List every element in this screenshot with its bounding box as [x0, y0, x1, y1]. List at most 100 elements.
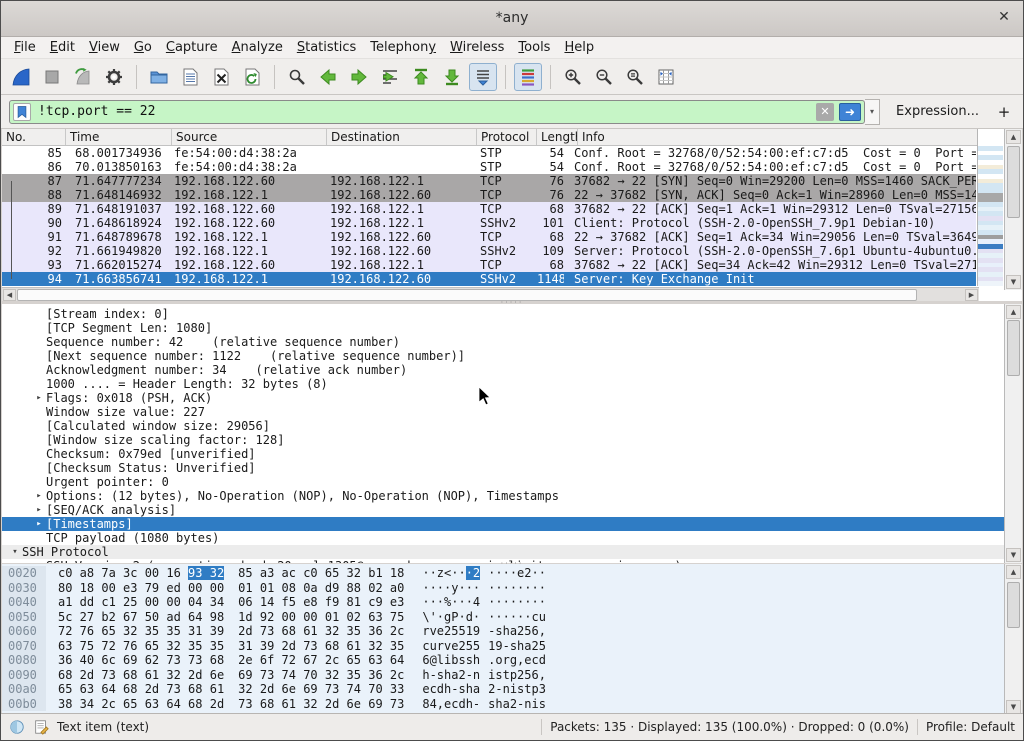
- intelligent-scrollbar[interactable]: [977, 146, 1003, 286]
- column-header-no[interactable]: No.: [2, 129, 66, 145]
- packet-row[interactable]: 8670.013850163fe:54:00:d4:38:2aSTP54Conf…: [2, 160, 976, 174]
- menu-analyze[interactable]: Analyze: [225, 38, 290, 57]
- detail-row[interactable]: Checksum: 0x79ed [unverified]: [2, 447, 1006, 461]
- details-vscrollbar[interactable]: ▲ ▼: [1004, 304, 1022, 563]
- detail-row[interactable]: [Checksum Status: Unverified]: [2, 461, 1006, 475]
- chevron-right-icon[interactable]: ▸: [32, 489, 46, 503]
- detail-row[interactable]: [Stream index: 0]: [2, 307, 1006, 321]
- detail-row[interactable]: Sequence number: 42 (relative sequence n…: [2, 335, 1006, 349]
- scrollbar-thumb[interactable]: [1007, 146, 1020, 218]
- packet-row[interactable]: 8871.648146932192.168.122.1192.168.122.6…: [2, 188, 976, 202]
- go-to-packet-button[interactable]: [376, 63, 404, 91]
- filter-clear-button[interactable]: ✕: [816, 103, 834, 121]
- scroll-up-icon[interactable]: ▲: [1006, 305, 1021, 319]
- detail-row[interactable]: [Next sequence number: 1122 (relative se…: [2, 349, 1006, 363]
- display-filter-field[interactable]: ✕ ➜: [9, 100, 865, 124]
- open-file-button[interactable]: [145, 63, 173, 91]
- menu-tools[interactable]: Tools: [511, 38, 557, 57]
- packet-row[interactable]: 9471.663856741192.168.122.1192.168.122.6…: [2, 272, 976, 286]
- resize-columns-button[interactable]: [652, 63, 680, 91]
- detail-row[interactable]: TCP payload (1080 bytes): [2, 531, 1006, 545]
- menu-go[interactable]: Go: [127, 38, 159, 57]
- hex-row[interactable]: 009068 2d 73 68 61 32 2d 6e69 73 74 70 3…: [2, 668, 1022, 683]
- hex-row[interactable]: 007063 75 72 76 65 32 35 3531 39 2d 73 6…: [2, 639, 1022, 654]
- go-forward-button[interactable]: [345, 63, 373, 91]
- menu-edit[interactable]: Edit: [43, 38, 82, 57]
- scroll-down-icon[interactable]: ▼: [1006, 275, 1021, 289]
- restart-capture-button[interactable]: [69, 63, 97, 91]
- chevron-right-icon[interactable]: ▸: [32, 503, 46, 517]
- go-to-top-button[interactable]: [407, 63, 435, 91]
- hex-row[interactable]: 006072 76 65 32 35 35 31 392d 73 68 61 3…: [2, 624, 1022, 639]
- menu-view[interactable]: View: [82, 38, 127, 57]
- hex-vscrollbar[interactable]: ▲ ▼: [1004, 564, 1022, 715]
- hex-row[interactable]: 00a065 63 64 68 2d 73 68 6132 2d 6e 69 7…: [2, 682, 1022, 697]
- packet-row[interactable]: 8771.647777234192.168.122.60192.168.122.…: [2, 174, 976, 188]
- detail-row[interactable]: [TCP Segment Len: 1080]: [2, 321, 1006, 335]
- hex-row[interactable]: 003080 18 00 e3 79 ed 00 0001 01 08 0a d…: [2, 581, 1022, 596]
- zoom-in-button[interactable]: [559, 63, 587, 91]
- column-header-info[interactable]: Info: [578, 129, 977, 145]
- scroll-down-icon[interactable]: ▼: [1006, 700, 1021, 714]
- colorize-button[interactable]: [514, 63, 542, 91]
- scrollbar-thumb[interactable]: [1007, 320, 1020, 376]
- detail-row[interactable]: [Window size scaling factor: 128]: [2, 433, 1006, 447]
- zoom-reset-button[interactable]: [621, 63, 649, 91]
- detail-row[interactable]: [Calculated window size: 29056]: [2, 419, 1006, 433]
- go-to-bottom-button[interactable]: [438, 63, 466, 91]
- stop-capture-button[interactable]: [38, 63, 66, 91]
- hex-row[interactable]: 00505c 27 b2 67 50 ad 64 981d 92 00 00 0…: [2, 610, 1022, 625]
- filter-apply-button[interactable]: ➜: [839, 103, 861, 121]
- detail-row[interactable]: ▾SSH Protocol: [2, 545, 1006, 559]
- menu-statistics[interactable]: Statistics: [290, 38, 363, 57]
- save-file-button[interactable]: [176, 63, 204, 91]
- menu-file[interactable]: File: [7, 38, 43, 57]
- chevron-right-icon[interactable]: ▸: [32, 391, 46, 405]
- scroll-up-icon[interactable]: ▲: [1006, 130, 1021, 144]
- title-bar[interactable]: *any ✕: [1, 1, 1023, 37]
- packet-row[interactable]: 8568.001734936fe:54:00:d4:38:2aSTP54Conf…: [2, 146, 976, 160]
- packet-list-vscrollbar[interactable]: ▲ ▼: [1004, 129, 1022, 290]
- detail-row[interactable]: ▸Flags: 0x018 (PSH, ACK): [2, 391, 1006, 405]
- detail-row[interactable]: ▸[SEQ/ACK analysis]: [2, 503, 1006, 517]
- scroll-left-icon[interactable]: ◀: [3, 289, 16, 301]
- hex-row[interactable]: 0020c0 a8 7a 3c 00 16 93 3285 a3 ac c0 6…: [2, 566, 1022, 581]
- hex-row[interactable]: 0040a1 dd c1 25 00 00 04 3406 14 f5 e8 f…: [2, 595, 1022, 610]
- close-file-button[interactable]: [207, 63, 235, 91]
- detail-row[interactable]: 1000 .... = Header Length: 32 bytes (8): [2, 377, 1006, 391]
- detail-row[interactable]: Acknowledgment number: 34 (relative ack …: [2, 363, 1006, 377]
- packet-list-hscrollbar[interactable]: ◀ ▶: [2, 287, 979, 301]
- find-packet-button[interactable]: [283, 63, 311, 91]
- display-filter-input[interactable]: [36, 103, 811, 120]
- hscrollbar-thumb[interactable]: [17, 289, 917, 301]
- menu-telephony[interactable]: Telephony: [363, 38, 443, 57]
- menu-capture[interactable]: Capture: [159, 38, 225, 57]
- expression-button[interactable]: Expression...: [896, 104, 979, 119]
- scroll-down-icon[interactable]: ▼: [1006, 548, 1021, 562]
- go-back-button[interactable]: [314, 63, 342, 91]
- column-header-source[interactable]: Source: [172, 129, 327, 145]
- scroll-up-icon[interactable]: ▲: [1006, 565, 1021, 579]
- reload-file-button[interactable]: [238, 63, 266, 91]
- packet-row[interactable]: 8971.648191037192.168.122.60192.168.122.…: [2, 202, 976, 216]
- capture-options-button[interactable]: [100, 63, 128, 91]
- expert-info-icon[interactable]: [9, 719, 25, 735]
- packet-row[interactable]: 9271.661949820192.168.122.1192.168.122.6…: [2, 244, 976, 258]
- auto-scroll-button[interactable]: [469, 63, 497, 91]
- scrollbar-thumb[interactable]: [1007, 582, 1020, 628]
- status-profile[interactable]: Profile: Default: [926, 720, 1015, 734]
- add-filter-button[interactable]: +: [993, 103, 1015, 121]
- detail-row[interactable]: Urgent pointer: 0: [2, 475, 1006, 489]
- filter-bookmark-button[interactable]: [13, 103, 31, 121]
- column-header-length[interactable]: Length: [537, 129, 578, 145]
- column-header-protocol[interactable]: Protocol: [477, 129, 537, 145]
- hex-row[interactable]: 008036 40 6c 69 62 73 73 682e 6f 72 67 2…: [2, 653, 1022, 668]
- detail-row[interactable]: ▸[Timestamps]: [2, 517, 1006, 531]
- menu-wireless[interactable]: Wireless: [443, 38, 511, 57]
- scroll-right-icon[interactable]: ▶: [965, 289, 978, 301]
- column-header-time[interactable]: Time: [66, 129, 172, 145]
- packet-row[interactable]: 9371.662015274192.168.122.60192.168.122.…: [2, 258, 976, 272]
- chevron-right-icon[interactable]: ▸: [32, 517, 46, 531]
- close-icon[interactable]: ✕: [995, 9, 1013, 25]
- column-header-destination[interactable]: Destination: [327, 129, 477, 145]
